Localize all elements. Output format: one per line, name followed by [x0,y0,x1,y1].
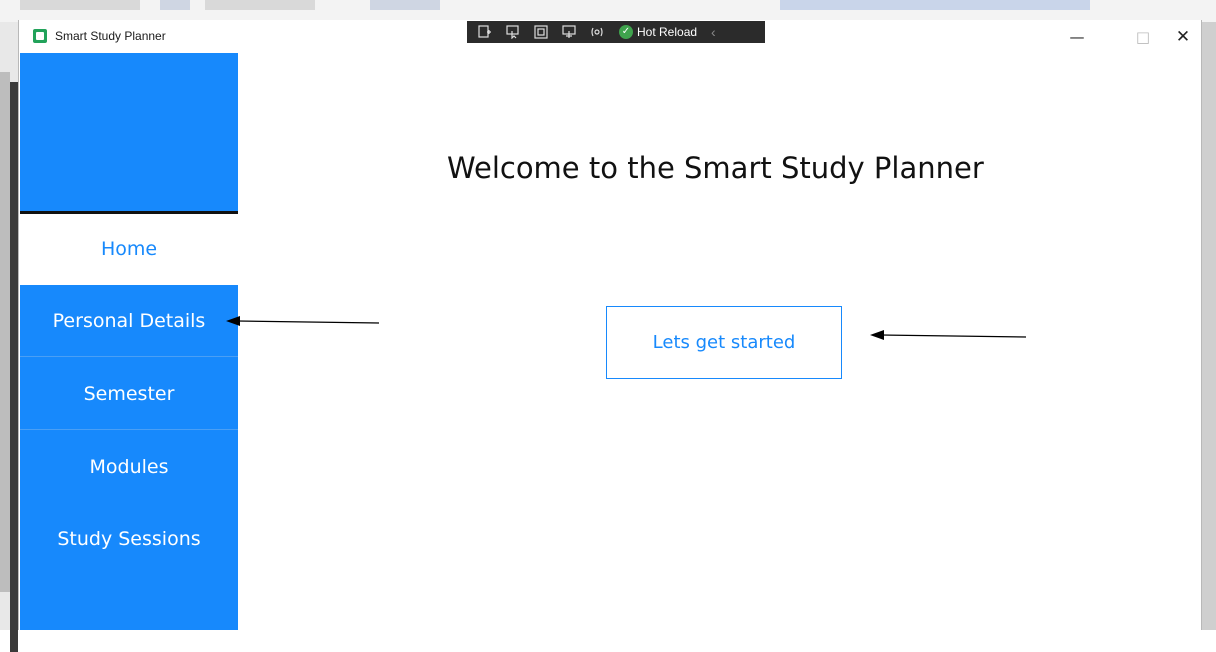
debug-toolbar: ✓ Hot Reload ‹ [467,21,765,43]
sidebar-item-study-sessions[interactable]: Study Sessions [20,503,238,575]
live-visual-tree-icon[interactable] [475,23,495,41]
sidebar-logo-area [20,53,238,211]
sidebar-item-modules[interactable]: Modules [20,431,238,503]
window-title: Smart Study Planner [55,29,166,43]
ide-fragment [160,0,190,10]
display-layout-adorners-icon[interactable] [531,23,551,41]
minimize-button[interactable]: — [1055,24,1099,50]
ide-fragment [780,0,1090,10]
ide-fragment [20,0,140,10]
annotation-arrow-left [226,316,380,326]
hot-reload-options-icon[interactable] [587,23,607,41]
background-ide-right-edge [1200,22,1216,630]
ide-fragment [370,0,440,10]
sidebar-item-home[interactable]: Home [20,214,238,285]
hot-reload-status[interactable]: ✓ Hot Reload [619,25,697,39]
ide-edge-scrollbar [10,82,18,652]
ide-fragment [205,0,315,10]
sidebar-item-semester[interactable]: Semester [20,358,238,430]
chevron-left-icon[interactable]: ‹ [711,24,716,40]
app-icon [33,29,47,43]
background-ide-left-edge [0,22,18,652]
sidebar: Home Personal Details Semester Modules S… [20,53,238,630]
close-button[interactable]: ✕ [1161,24,1205,50]
select-element-icon[interactable] [503,23,523,41]
ide-edge-panel [0,72,10,592]
check-icon: ✓ [619,25,633,39]
lets-get-started-button[interactable]: Lets get started [606,306,842,379]
annotation-arrow-right [870,330,1027,340]
maximize-button[interactable]: □ [1121,24,1165,50]
hot-reload-label: Hot Reload [637,25,698,39]
track-focus-icon[interactable] [559,23,579,41]
sidebar-item-personal-details[interactable]: Personal Details [20,285,238,357]
page-title: Welcome to the Smart Study Planner [447,151,984,186]
